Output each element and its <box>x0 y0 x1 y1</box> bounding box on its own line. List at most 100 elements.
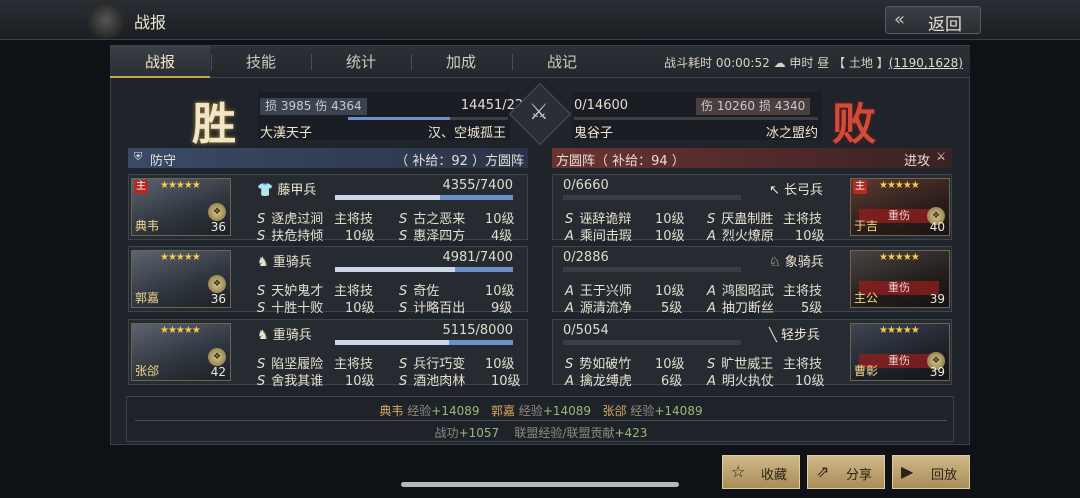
time-of-day: 申时 昼 <box>789 56 830 70</box>
unit-type: ↖ 长弓兵 <box>769 183 824 198</box>
skill-name: A 乘间击瑕 <box>565 229 632 244</box>
share-button-label: 分享 <box>846 468 873 483</box>
defender-losses: 伤 10260 损 4340 <box>696 98 811 115</box>
general-portrait[interactable]: ★★★★★ ❖ 张郃 42 <box>131 323 231 381</box>
weather-icon: ☁ <box>773 56 786 70</box>
favorite-button[interactable]: ☆ 收藏 <box>722 455 800 489</box>
star-rating: ★★★★★ <box>160 180 201 191</box>
attacker-formation: （ 补给：92 ）方圆阵 <box>395 154 524 169</box>
home-indicator[interactable] <box>401 482 679 487</box>
tab-bonus[interactable]: 加成 <box>411 46 511 78</box>
skill-name: A 烈火燎原 <box>707 229 774 244</box>
general-portrait[interactable]: ★★★★★ 重伤 主公 39 <box>850 250 950 308</box>
skill-name: A 抽刀断丝 <box>707 301 774 316</box>
defender-summary: 0/14600 伤 10260 损 4340 鬼谷子 冰之盟约 <box>572 92 822 141</box>
horse-icon: ♞ <box>257 328 269 343</box>
duration-label: 战斗耗时 <box>664 56 713 70</box>
divider <box>135 420 947 421</box>
general-portrait[interactable]: 主 ★★★★★ ❖ 典韦 36 <box>131 178 231 236</box>
unit-type: ♘ 象骑兵 <box>769 255 824 270</box>
tab-battle-log[interactable]: 战记 <box>512 46 612 78</box>
general-name: 主公 <box>854 291 879 305</box>
back-button[interactable]: « 返回 <box>885 6 981 35</box>
troop-count: 0/5054 <box>563 323 609 338</box>
attacker-formation-bar: ⛨ 防守 （ 补给：92 ）方圆阵 <box>128 148 528 169</box>
skill-level: 10级 <box>345 229 375 244</box>
general-name: 张郃 <box>135 364 160 378</box>
attacker-player-name[interactable]: 大漢天子 <box>260 122 312 141</box>
general-level: 39 <box>929 365 945 379</box>
defender-troop-bar <box>574 117 818 120</box>
troop-bar <box>563 195 741 200</box>
troop-count: 5115/8000 <box>442 323 513 338</box>
game-emblem-icon <box>86 0 126 40</box>
general-card[interactable]: ★★★★★ ❖ 张郃 42 ♞ 重骑兵 5115/8000 S 陷坚履险 主将技 … <box>128 319 528 389</box>
favorite-button-label: 收藏 <box>761 468 788 483</box>
star-rating: ★★★★★ <box>879 252 920 263</box>
general-level: 36 <box>210 292 226 306</box>
general-level: 39 <box>929 292 945 306</box>
skill-level: 10级 <box>655 229 685 244</box>
skill-level: 10级 <box>795 374 825 389</box>
tab-battle-report[interactable]: 战报 <box>110 46 210 78</box>
back-button-label: 返回 <box>928 15 962 35</box>
defender-troops: 0/14600 <box>574 98 629 113</box>
faction-badge-icon: ❖ <box>208 275 226 293</box>
unit-type: ♞ 重骑兵 <box>257 255 312 270</box>
skill-level: 10级 <box>795 229 825 244</box>
skill-name: S 扶危持倾 <box>257 229 324 244</box>
tab-skills[interactable]: 技能 <box>211 46 311 78</box>
general-level: 40 <box>929 220 945 234</box>
general-card[interactable]: 0/6660 ↖ 长弓兵 S 诬辞诡辩 10级 S 厌蛊制胜 主将技 A 乘间击瑕 1… <box>552 174 952 244</box>
armor-icon: 👕 <box>257 183 274 198</box>
star-rating: ★★★★★ <box>879 325 920 336</box>
top-bar: 战报 « 返回 <box>0 0 1080 40</box>
general-card[interactable]: 0/2886 ♘ 象骑兵 A 王于兴师 10级 A 鸿图昭武 主将技 A 源清流净 5… <box>552 246 952 316</box>
troop-count: 0/2886 <box>563 250 609 265</box>
coordinates-link[interactable]: (1190,1628) <box>889 56 963 70</box>
merit-gains: 战功+1057 联盟经验/联盟贡献+423 <box>434 426 648 440</box>
crossed-swords-icon: ⚔ <box>529 100 549 125</box>
troop-bar <box>563 340 741 345</box>
attacker-summary: 损 3985 伤 4364 14451/22800 大漢天子 汉、空城孤王 <box>258 92 548 141</box>
skill-level: 10级 <box>345 374 375 389</box>
defeat-glyph: 败 <box>832 99 876 150</box>
skill-name: S 舍我其谁 <box>257 374 324 389</box>
battle-info: 战斗耗时 00:00:52 ☁ 申时 昼 【 土地 】(1190,1628) <box>664 54 963 71</box>
general-level: 42 <box>210 365 226 379</box>
double-chevron-left-icon: « <box>894 9 906 30</box>
skill-name: A 明火执仗 <box>707 374 774 389</box>
skill-name: S 酒池肉林 <box>399 374 466 389</box>
general-portrait[interactable]: ★★★★★ 重伤 ❖ 曹彰 39 <box>850 323 950 381</box>
general-name: 典韦 <box>135 219 160 233</box>
general-card[interactable]: ★★★★★ ❖ 郭嘉 36 ♞ 重骑兵 4981/7400 S 天妒鬼才 主将技 … <box>128 246 528 316</box>
defender-alliance[interactable]: 冰之盟约 <box>766 122 818 141</box>
tab-statistics[interactable]: 统计 <box>311 46 411 78</box>
versus-row: 胜 损 3985 伤 4364 14451/22800 大漢天子 汉、空城孤王 … <box>126 82 954 150</box>
skill-level: 5级 <box>661 301 683 316</box>
troop-bar <box>563 267 741 272</box>
skill-level: 5级 <box>801 301 823 316</box>
faction-badge-icon: ❖ <box>208 203 226 221</box>
share-button[interactable]: ⇗ 分享 <box>807 455 885 489</box>
general-card[interactable]: 0/5054 ╲ 轻步兵 S 势如破竹 10级 S 旷世威王 主将技 A 擒龙缚虎 6… <box>552 319 952 389</box>
skill-name: S 十胜十败 <box>257 301 324 316</box>
duration: 00:00:52 <box>715 56 770 70</box>
troop-bar <box>335 340 513 345</box>
general-portrait[interactable]: ★★★★★ ❖ 郭嘉 36 <box>131 250 231 308</box>
replay-button[interactable]: ▶ 回放 <box>892 455 970 489</box>
general-card[interactable]: 主 ★★★★★ ❖ 典韦 36 👕 藤甲兵 4355/7400 S 逐虎过涧 主将… <box>128 174 528 244</box>
star-icon: ☆ <box>731 462 746 481</box>
skill-level: 4级 <box>491 229 513 244</box>
attacker-alliance[interactable]: 汉、空城孤王 <box>428 122 506 141</box>
victory-glyph: 胜 <box>192 99 236 150</box>
replay-button-label: 回放 <box>931 468 958 483</box>
troop-count: 0/6660 <box>563 178 609 193</box>
troop-count: 4355/7400 <box>442 178 513 193</box>
general-level: 36 <box>210 220 226 234</box>
lord-badge: 主 <box>134 180 148 194</box>
share-icon: ⇗ <box>816 462 830 481</box>
rewards-summary: 典韦 经验+14089 郭嘉 经验+14089 张郃 经验+14089 战功+1… <box>126 396 954 442</box>
defender-player-name[interactable]: 鬼谷子 <box>574 122 613 141</box>
general-portrait[interactable]: 主 ★★★★★ 重伤 ❖ 于吉 40 <box>850 178 950 236</box>
